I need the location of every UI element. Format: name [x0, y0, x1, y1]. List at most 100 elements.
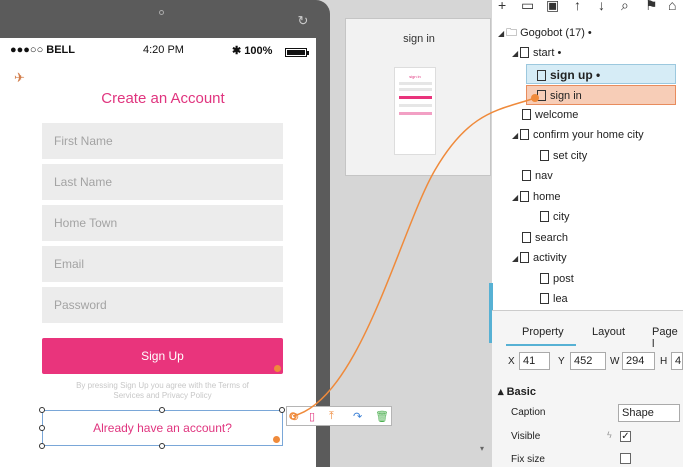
y-label: Y [558, 356, 565, 367]
page-icon[interactable]: ▯ [309, 410, 315, 423]
resize-handle[interactable] [39, 407, 45, 413]
tree-item-home[interactable]: ◢ home [512, 187, 561, 207]
resize-handle[interactable] [159, 407, 165, 413]
page-icon [522, 170, 531, 181]
more-icon[interactable]: ⌂ [668, 0, 676, 13]
visible-checkbox[interactable]: ✓ [620, 431, 631, 442]
thumb-field [399, 104, 432, 107]
tree-item-label: sign up • [550, 68, 601, 82]
add-icon[interactable]: + [498, 0, 506, 13]
fix-size-checkbox[interactable] [620, 453, 631, 464]
app-logo-icon: ✈ [14, 70, 25, 85]
status-time: 4:20 PM [143, 44, 184, 56]
tree-item-nav[interactable]: nav [522, 166, 553, 186]
x-label: X [508, 356, 515, 367]
battery-tip [307, 51, 309, 55]
tree-item-lea[interactable]: lea [540, 289, 568, 309]
page-icon [540, 150, 549, 161]
move-up-icon[interactable]: ↑ [574, 0, 581, 13]
tree-item-set-city[interactable]: set city [540, 146, 587, 166]
resize-handle[interactable] [279, 407, 285, 413]
collapse-icon[interactable]: ▴ [498, 386, 507, 398]
tree-item-label: start • [533, 47, 562, 59]
tree-item-label: nav [535, 170, 553, 182]
tree-item-sign-up[interactable]: sign up • [526, 64, 676, 84]
active-tab-indicator [506, 344, 576, 346]
carrier-label: ●●●○○ BELL [10, 44, 75, 56]
tab-page[interactable]: Page l [652, 326, 683, 350]
thumb-title: sign in [409, 74, 421, 79]
page-icon [537, 90, 546, 101]
y-input[interactable]: 452 [570, 352, 606, 370]
tree-item-post[interactable]: post [540, 269, 574, 289]
x-input[interactable]: 41 [519, 352, 550, 370]
caption-input[interactable]: Shape [618, 404, 680, 422]
expand-icon[interactable]: ◢ [512, 44, 520, 64]
home-town-field[interactable]: Home Town [42, 205, 283, 241]
tree-item-label: confirm your home city [533, 129, 644, 141]
thumb-field [399, 88, 432, 91]
outline-toolbar: + ▭ ▣ ↑ ↓ ⌕ ⚑ ⌂ [492, 0, 683, 18]
tab-layout[interactable]: Layout [592, 326, 625, 338]
rotate-icon[interactable]: ↻ [296, 14, 310, 28]
visible-label: Visible [511, 431, 541, 442]
search-icon[interactable]: ⌕ [621, 0, 629, 14]
link-anchor-icon[interactable]: ⊙ [290, 410, 299, 423]
sign-up-button[interactable]: Sign Up [42, 338, 283, 374]
h-input[interactable]: 4 [671, 352, 683, 370]
lightning-icon: ϟ [607, 430, 612, 440]
tree-item-welcome[interactable]: welcome [522, 105, 578, 125]
page-icon [520, 47, 529, 58]
folder-icon[interactable]: ▭ [521, 0, 534, 14]
expand-icon[interactable]: ◢ [512, 188, 520, 208]
up-arrow-icon[interactable]: ⤒ [329, 410, 334, 423]
page-icon [520, 191, 529, 202]
page-outline-panel: + ▭ ▣ ↑ ↓ ⌕ ⚑ ⌂ ◢ 🗀 Gogobot (17) • ◢ start… [492, 0, 683, 310]
trash-icon[interactable]: 🗑 [375, 410, 389, 423]
tree-root[interactable]: ◢ 🗀 Gogobot (17) • [498, 23, 592, 43]
resize-handle[interactable] [39, 425, 45, 431]
tree-item-sign-in[interactable]: sign in [526, 85, 676, 105]
section-label: Basic [506, 386, 536, 398]
link-marker-icon [273, 436, 280, 443]
redo-arrow-icon[interactable]: ↷ [353, 410, 362, 423]
battery-icon [285, 48, 307, 57]
tree-item-start[interactable]: ◢ start • [512, 43, 561, 63]
tree-item-search[interactable]: search [522, 228, 568, 248]
first-name-field[interactable]: First Name [42, 123, 283, 159]
already-have-account-link[interactable]: Already have an account? [42, 421, 283, 435]
h-label: H [660, 356, 668, 367]
password-field[interactable]: Password [42, 287, 283, 323]
tree-item-activity[interactable]: ◢ activity [512, 248, 567, 268]
move-down-icon[interactable]: ↓ [598, 0, 605, 13]
expand-icon[interactable]: ◢ [498, 24, 506, 44]
tree-item-confirm-city[interactable]: ◢ confirm your home city [512, 125, 644, 145]
last-name-field[interactable]: Last Name [42, 164, 283, 200]
thumb-field [399, 82, 432, 85]
preview-thumbnail[interactable]: sign in [394, 67, 436, 155]
page-icon [537, 70, 546, 81]
resize-handle[interactable] [39, 443, 45, 449]
w-input[interactable]: 294 [622, 352, 655, 370]
tree-root-label: Gogobot (17) • [520, 27, 592, 39]
section-basic[interactable]: ▴ Basic [498, 385, 536, 398]
page-icon [522, 232, 531, 243]
w-label: W [610, 356, 620, 367]
tree-item-label: post [553, 273, 574, 285]
tree-item-label: search [535, 232, 569, 244]
expand-icon[interactable]: ◢ [512, 126, 520, 146]
resize-handle[interactable] [159, 443, 165, 449]
tree-item-city[interactable]: city [540, 207, 570, 227]
save-icon[interactable]: ▣ [546, 0, 559, 14]
preview-title: sign in [403, 33, 435, 45]
page-icon [522, 109, 531, 120]
email-field[interactable]: Email [42, 246, 283, 282]
tree-item-label: lea [553, 293, 568, 305]
tab-property[interactable]: Property [522, 326, 564, 338]
expand-icon[interactable]: ◢ [512, 249, 520, 269]
tree-item-label: welcome [535, 109, 579, 121]
scroll-down-icon[interactable]: ▾ [480, 444, 489, 454]
thumb-button [399, 96, 432, 99]
flag-icon[interactable]: ⚑ [645, 0, 658, 14]
page-icon [520, 252, 529, 263]
